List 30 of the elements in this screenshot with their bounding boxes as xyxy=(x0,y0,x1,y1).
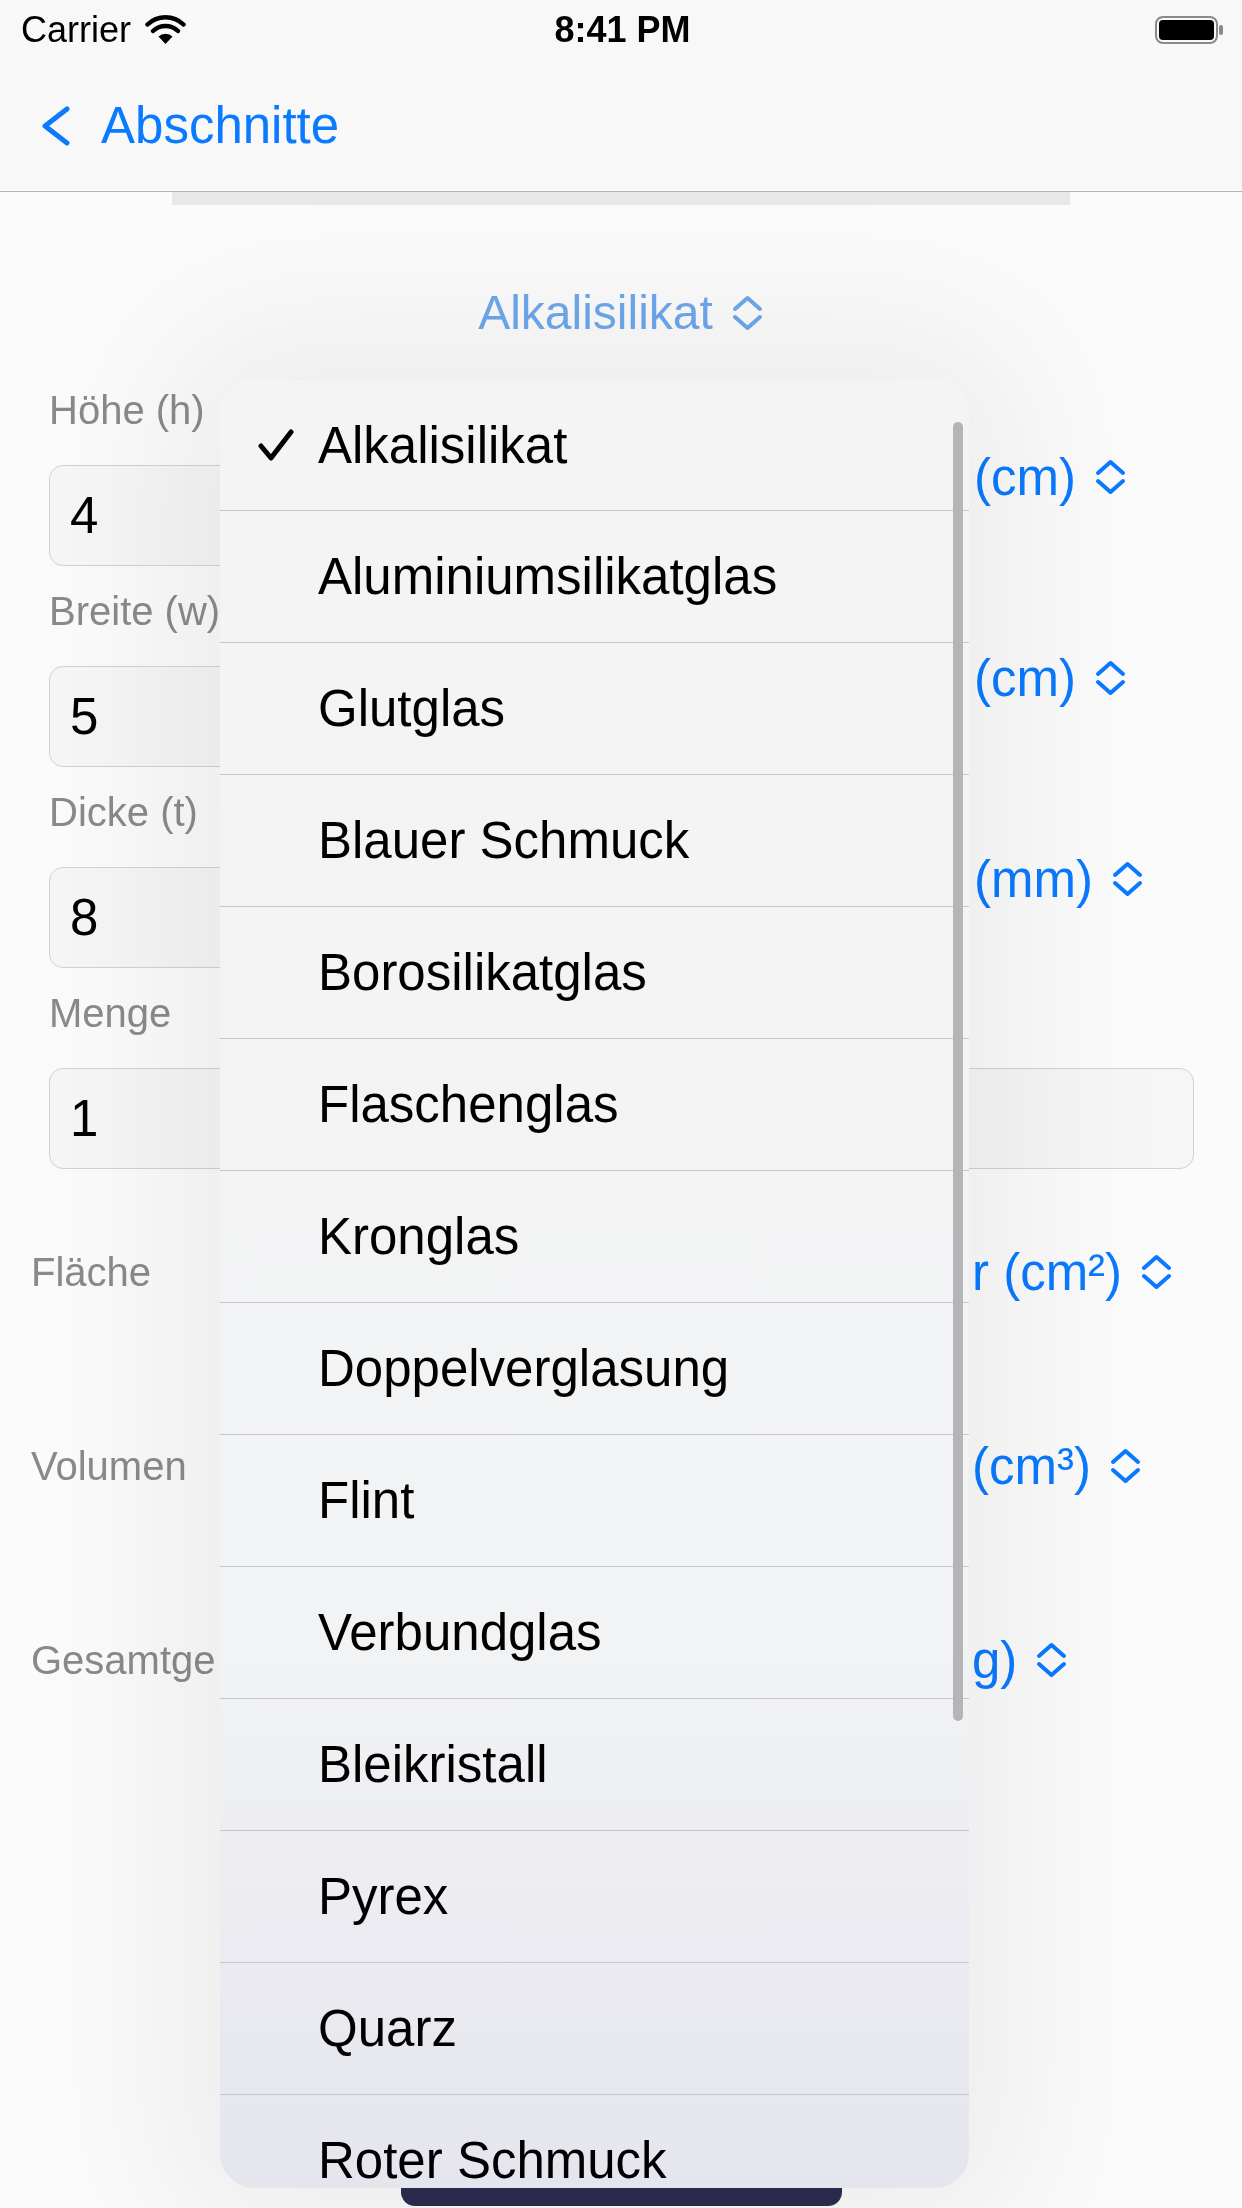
clock-time: 8:41 PM xyxy=(554,9,691,51)
chevron-up-down-icon xyxy=(1108,1448,1142,1484)
back-button[interactable]: Abschnitte xyxy=(39,96,340,155)
chevron-up-down-icon xyxy=(730,295,764,331)
result-label: Gesamtge xyxy=(31,1637,216,1682)
result-label: Volumen xyxy=(31,1443,187,1488)
result-label: Fläche xyxy=(31,1249,152,1294)
field-label: Dicke (t) xyxy=(49,790,198,834)
chevron-up-down-icon xyxy=(1035,1642,1069,1678)
chevron-up-down-icon xyxy=(1140,1254,1174,1290)
field-label: Menge xyxy=(49,991,172,1035)
unit-picker[interactable]: r (cm²) xyxy=(972,1242,1174,1302)
unit-picker[interactable]: g) xyxy=(972,1630,1069,1690)
unit-picker[interactable]: (cm³) xyxy=(972,1436,1142,1496)
battery-icon xyxy=(1155,16,1224,44)
back-chevron-icon xyxy=(39,105,73,146)
unit-picker[interactable]: (cm) xyxy=(974,447,1127,507)
unit-picker[interactable]: (mm) xyxy=(974,849,1144,909)
menu-item[interactable]: Pyrex xyxy=(220,1831,969,1963)
chevron-up-down-icon xyxy=(1093,660,1127,696)
unit-picker[interactable]: (cm) xyxy=(974,648,1127,708)
chevron-up-down-icon xyxy=(1093,459,1127,495)
field-label: Breite (w) xyxy=(49,589,221,633)
chevron-up-down-icon xyxy=(1110,861,1144,897)
menu-item[interactable]: Roter Schmuck xyxy=(220,2095,969,2188)
field-label: Höhe (h) xyxy=(49,388,205,432)
menu-item[interactable]: Quarz xyxy=(220,1963,969,2095)
bottom-button[interactable] xyxy=(400,2188,842,2206)
wifi-icon xyxy=(145,15,186,45)
carrier-label: Carrier xyxy=(21,9,131,51)
